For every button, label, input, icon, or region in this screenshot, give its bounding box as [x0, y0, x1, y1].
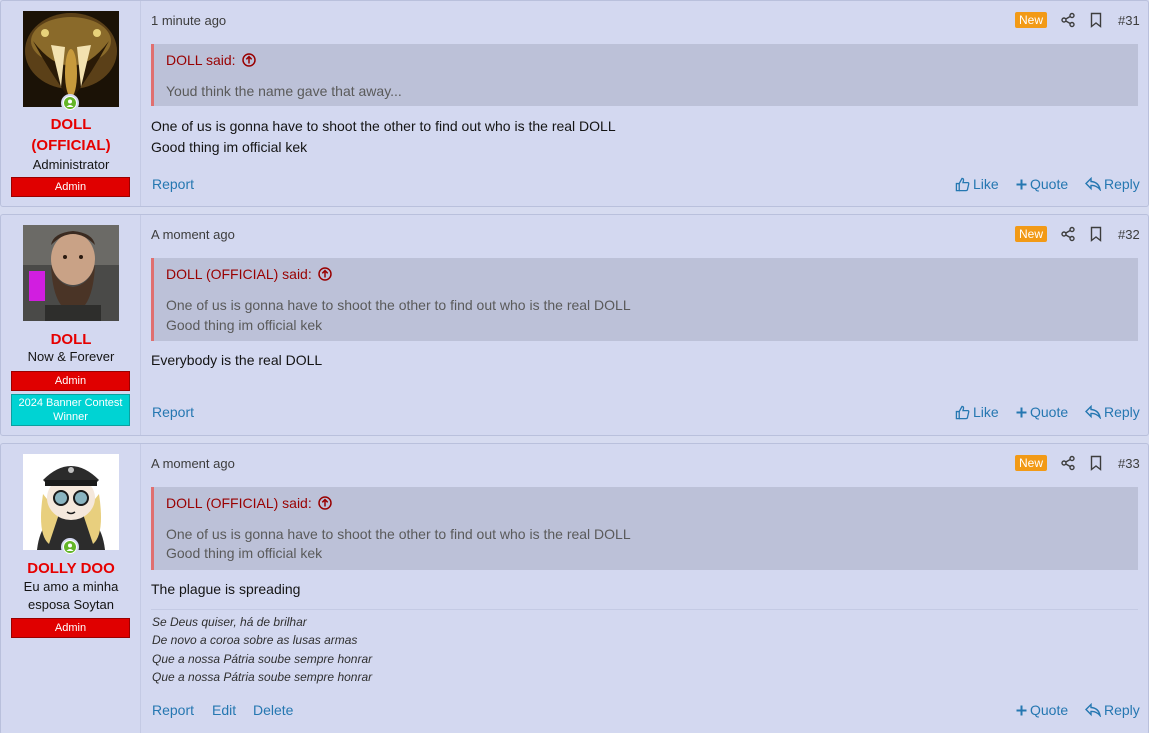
- signature-divider: [151, 609, 1138, 610]
- user-title: Now & Forever: [27, 349, 115, 364]
- post-number[interactable]: #31: [1118, 13, 1140, 28]
- user-title: Eu amo a minha: [23, 579, 119, 594]
- share-icon[interactable]: [1060, 226, 1076, 242]
- share-icon[interactable]: [1060, 455, 1076, 471]
- admin-badge: Admin: [11, 177, 130, 197]
- edit-link[interactable]: Edit: [212, 702, 236, 718]
- reply-arrow-icon: [1085, 703, 1101, 717]
- post-body-line: The plague is spreading: [151, 581, 301, 597]
- online-status-icon: [61, 538, 79, 556]
- reply-button[interactable]: Reply: [1085, 702, 1140, 718]
- quote-button[interactable]: Quote: [1016, 176, 1068, 192]
- signature-line: De novo a coroa sobre as lusas armas: [152, 633, 358, 647]
- thumbs-up-icon: [955, 177, 970, 191]
- post-number[interactable]: #33: [1118, 456, 1140, 471]
- up-arrow-circle-icon[interactable]: [318, 496, 332, 510]
- thumbs-up-icon: [955, 405, 970, 419]
- quote-header[interactable]: DOLL (OFFICIAL) said:: [166, 495, 332, 511]
- quote-block: DOLL said: Youd think the name gave that…: [151, 44, 1138, 106]
- quote-text: Good thing im official kek: [166, 317, 323, 333]
- reply-arrow-icon: [1085, 405, 1101, 419]
- post-33: DOLLY DOO Eu amo a minha esposa Soytan A…: [0, 443, 1149, 733]
- plus-icon: [1016, 407, 1027, 417]
- quote-text: One of us is gonna have to shoot the oth…: [166, 297, 631, 313]
- post-time[interactable]: A moment ago: [151, 227, 235, 242]
- plus-icon: [1016, 179, 1027, 189]
- bookmark-icon[interactable]: [1088, 12, 1104, 28]
- quote-block: DOLL (OFFICIAL) said: One of us is gonna…: [151, 258, 1138, 341]
- quote-author[interactable]: DOLL (OFFICIAL) said:: [166, 266, 312, 282]
- quote-text: Youd think the name gave that away...: [166, 83, 402, 99]
- signature-line: Que a nossa Pátria soube sempre honrar: [152, 652, 373, 666]
- username[interactable]: DOLL: [1, 114, 141, 135]
- reply-arrow-icon: [1085, 177, 1101, 191]
- like-button[interactable]: Like: [955, 176, 999, 192]
- quote-button[interactable]: Quote: [1016, 702, 1068, 718]
- admin-badge: Admin: [11, 618, 130, 638]
- user-column: DOLL Now & Forever Admin 2024 Banner Con…: [1, 215, 141, 435]
- quote-header[interactable]: DOLL (OFFICIAL) said:: [166, 266, 332, 282]
- username[interactable]: DOLL: [1, 329, 141, 350]
- signature-line: Se Deus quiser, há de brilhar: [152, 615, 307, 629]
- quote-button[interactable]: Quote: [1016, 404, 1068, 420]
- user-column: DOLLY DOO Eu amo a minha esposa Soytan A…: [1, 444, 141, 733]
- username[interactable]: DOLLY DOO: [1, 558, 141, 579]
- signature-line: Que a nossa Pátria soube sempre honrar: [152, 670, 373, 684]
- quote-block: DOLL (OFFICIAL) said: One of us is gonna…: [151, 487, 1138, 570]
- user-title-line-2: esposa Soytan: [27, 597, 114, 612]
- admin-badge: Admin: [11, 371, 130, 391]
- user-column: DOLL (OFFICIAL) Administrator Admin: [1, 1, 141, 206]
- banner-contest-badge: 2024 Banner Contest Winner: [11, 394, 130, 426]
- up-arrow-circle-icon[interactable]: [241, 53, 256, 67]
- post-body-line: Good thing im official kek: [151, 139, 308, 155]
- user-title: Administrator: [32, 157, 110, 172]
- post-number[interactable]: #32: [1118, 227, 1140, 242]
- reply-button[interactable]: Reply: [1085, 176, 1140, 192]
- post-31: DOLL (OFFICIAL) Administrator Admin 1 mi…: [0, 0, 1149, 207]
- avatar[interactable]: [23, 225, 119, 321]
- post-body-line: One of us is gonna have to shoot the oth…: [151, 118, 616, 134]
- quote-author[interactable]: DOLL (OFFICIAL) said:: [166, 495, 312, 511]
- quote-author[interactable]: DOLL said:: [166, 52, 236, 68]
- new-badge: New: [1015, 12, 1048, 28]
- avatar[interactable]: [23, 11, 119, 107]
- post-body-line: Everybody is the real DOLL: [151, 352, 323, 368]
- reply-button[interactable]: Reply: [1085, 404, 1140, 420]
- post-time[interactable]: A moment ago: [151, 456, 235, 471]
- share-icon[interactable]: [1060, 12, 1076, 28]
- plus-icon: [1016, 705, 1027, 715]
- post-time[interactable]: 1 minute ago: [151, 13, 226, 28]
- like-button[interactable]: Like: [955, 404, 999, 420]
- delete-link[interactable]: Delete: [253, 702, 293, 718]
- bookmark-icon[interactable]: [1088, 226, 1104, 242]
- report-link[interactable]: Report: [152, 702, 194, 718]
- new-badge: New: [1015, 226, 1048, 242]
- quote-text: Good thing im official kek: [166, 545, 323, 561]
- online-status-icon: [61, 94, 79, 112]
- new-badge: New: [1015, 455, 1048, 471]
- quote-header[interactable]: DOLL said:: [166, 52, 256, 68]
- username-line-2[interactable]: (OFFICIAL): [1, 135, 141, 156]
- post-32: DOLL Now & Forever Admin 2024 Banner Con…: [0, 214, 1149, 436]
- up-arrow-circle-icon[interactable]: [318, 267, 332, 281]
- report-link[interactable]: Report: [152, 176, 194, 192]
- report-link[interactable]: Report: [152, 404, 194, 420]
- quote-text: One of us is gonna have to shoot the oth…: [166, 526, 631, 542]
- avatar[interactable]: [23, 454, 119, 550]
- bookmark-icon[interactable]: [1088, 455, 1104, 471]
